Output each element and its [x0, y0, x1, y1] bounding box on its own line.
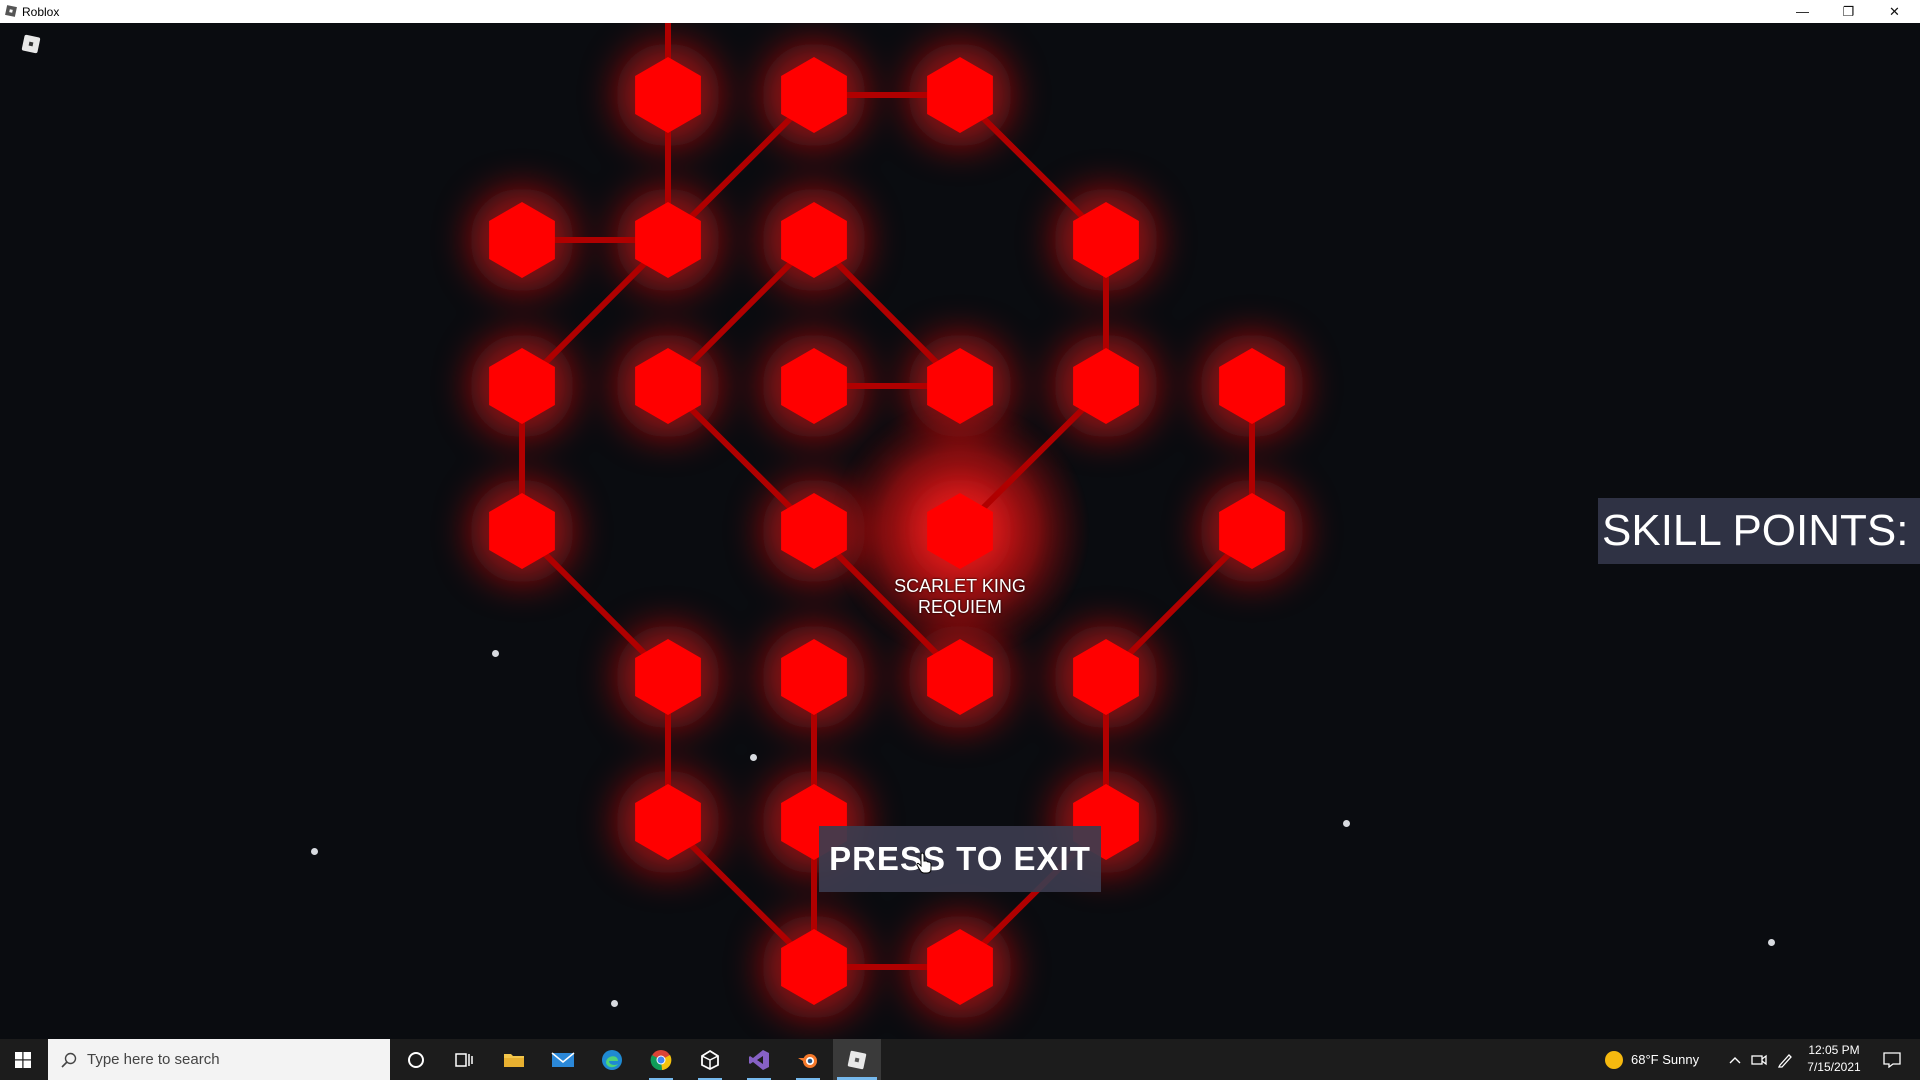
- edge-icon: [602, 1049, 622, 1070]
- star-particle: [311, 848, 318, 855]
- roblox-app-icon: [5, 5, 17, 17]
- clock-time: 12:05 PM: [1808, 1043, 1860, 1057]
- visual-studio-icon: [749, 1049, 769, 1070]
- windows-logo-icon: [15, 1051, 31, 1068]
- chrome-icon: [650, 1049, 672, 1070]
- star-particle: [1343, 820, 1350, 827]
- roblox-taskbar-button[interactable]: [833, 1039, 881, 1080]
- notification-icon: [1883, 1051, 1901, 1068]
- roblox-icon: [847, 1050, 867, 1069]
- sun-icon: [1605, 1050, 1623, 1069]
- star-particle: [750, 754, 757, 761]
- task-view-icon: [455, 1052, 473, 1067]
- mail-icon: [551, 1051, 575, 1067]
- meet-now-icon: [1751, 1054, 1767, 1065]
- star-particle: [1768, 939, 1775, 946]
- clock-date: 7/15/2021: [1807, 1060, 1861, 1074]
- game-viewport[interactable]: SCARLET KING REQUIEM SKILL POINTS: 5 PRE…: [0, 23, 1920, 1039]
- star-particle: [492, 650, 499, 657]
- mail-button[interactable]: [539, 1039, 587, 1080]
- file-explorer-button[interactable]: [490, 1039, 538, 1080]
- chrome-button[interactable]: [637, 1039, 685, 1080]
- visual-studio-button[interactable]: [735, 1039, 783, 1080]
- search-placeholder: Type here to search: [87, 1051, 220, 1068]
- file-explorer-icon: [504, 1053, 524, 1067]
- taskbar-clock[interactable]: 12:05 PM 7/15/2021: [1800, 1042, 1868, 1076]
- close-button[interactable]: ✕: [1872, 0, 1917, 23]
- unity-icon: [701, 1049, 719, 1070]
- start-button[interactable]: [0, 1039, 46, 1080]
- cortana-icon: [408, 1051, 424, 1068]
- unity-button[interactable]: [686, 1039, 734, 1080]
- edge-button[interactable]: [588, 1039, 636, 1080]
- cortana-button[interactable]: [392, 1039, 440, 1080]
- skill-points-display: SKILL POINTS: 5: [1598, 498, 1920, 564]
- window-title: Roblox: [22, 5, 60, 19]
- tray-overflow-button[interactable]: [1724, 1039, 1746, 1080]
- taskbar-search-box[interactable]: Type here to search: [48, 1039, 390, 1080]
- exit-button[interactable]: PRESS TO EXIT: [819, 826, 1101, 892]
- weather-text: 68°F Sunny: [1631, 1052, 1700, 1067]
- weather-widget[interactable]: 68°F Sunny: [1605, 1039, 1699, 1080]
- tray-pen-button[interactable]: [1774, 1039, 1796, 1080]
- tray-meet-button[interactable]: [1748, 1039, 1770, 1080]
- hovered-node-label: SCARLET KING REQUIEM: [860, 576, 1060, 618]
- minimize-button[interactable]: —: [1780, 0, 1825, 23]
- window-titlebar: Roblox — ❐ ✕: [0, 0, 1920, 23]
- blender-icon: [798, 1053, 817, 1068]
- star-particle: [611, 1000, 618, 1007]
- windows-taskbar: Type here to search 68°F Sunny 12:05 PM …: [0, 1039, 1920, 1080]
- pen-workspace-icon: [1777, 1053, 1792, 1068]
- maximize-button[interactable]: ❐: [1826, 0, 1871, 23]
- roblox-menu-icon[interactable]: [20, 33, 42, 55]
- hand-cursor-icon: [916, 852, 932, 874]
- chevron-up-icon: [1729, 1056, 1741, 1063]
- blender-button[interactable]: [784, 1039, 832, 1080]
- task-view-button[interactable]: [440, 1039, 488, 1080]
- node-label-line2: REQUIEM: [917, 597, 1002, 617]
- action-center-button[interactable]: [1872, 1039, 1912, 1080]
- skill-points-text: SKILL POINTS: 5: [1602, 506, 1920, 555]
- node-label-line1: SCARLET KING: [894, 576, 1026, 596]
- search-icon: [61, 1052, 77, 1068]
